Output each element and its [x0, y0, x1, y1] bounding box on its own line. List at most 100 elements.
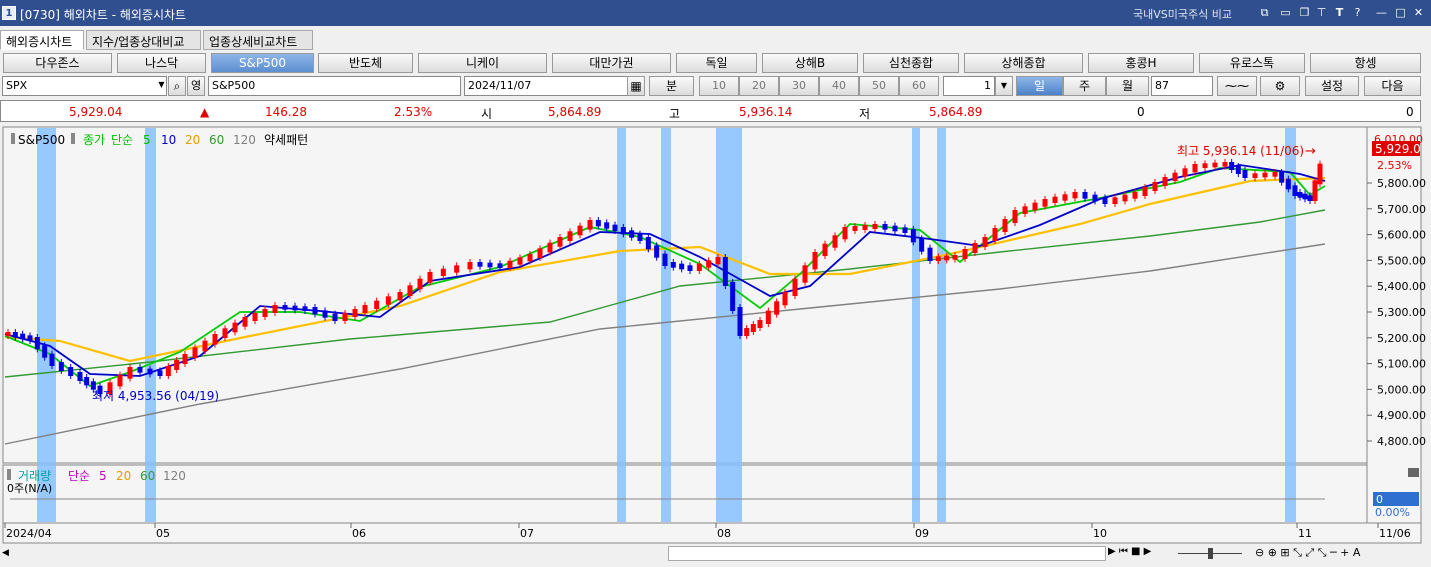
period-month[interactable]: 월 [1106, 76, 1149, 96]
quote-bar: 5,929.04 ▲ 146.28 2.53% 시 5,864.89 고 5,9… [0, 100, 1421, 122]
link-icon[interactable]: ⧉ [1257, 5, 1272, 20]
candle-body [385, 296, 391, 305]
font-icon[interactable]: T [1332, 5, 1347, 20]
scroll-thumb[interactable] [668, 546, 1106, 561]
close-icon[interactable]: ✕ [1411, 5, 1426, 20]
copy-icon[interactable]: ❐ [1297, 5, 1312, 20]
zoom-icon[interactable]: ⁓⁓ [1217, 76, 1257, 96]
candle-body [679, 263, 685, 270]
date-tick-label: 11/06 [1379, 527, 1411, 540]
candle-body [557, 237, 563, 247]
candle-body [722, 257, 728, 286]
legend-close: 종가 [83, 133, 105, 147]
calendar-icon[interactable]: ▦ [627, 76, 645, 96]
market-button-shenzhen[interactable]: 심천종합 [863, 53, 959, 73]
amount-value: 0 [1406, 105, 1414, 119]
minute-button[interactable]: 분 [649, 76, 694, 96]
candle-body [1297, 192, 1303, 198]
zoom-tools-icon[interactable]: ⊖ ⊕ ⊞ ⤡ ⤢ ⤡ ─ + A [1255, 546, 1360, 560]
count-input[interactable]: 87 [1151, 76, 1213, 96]
market-button-nikkei[interactable]: 니케이 [418, 53, 547, 73]
open-label: 시 [481, 107, 493, 121]
interval-20[interactable]: 20 [739, 76, 779, 96]
tab-sector-detail[interactable]: 업종상세비교차트 [203, 30, 313, 50]
date-input[interactable]: 2024/11/07 [464, 76, 628, 96]
legend-pattern: 약세패턴 [264, 132, 308, 147]
candle-body [687, 265, 693, 271]
candle-body [374, 300, 380, 309]
window-number-icon: 1 [2, 6, 16, 20]
minimize-icon[interactable]: — [1374, 5, 1389, 20]
market-button-nasdaq[interactable]: 나스닥 [117, 53, 206, 73]
candle-body [1292, 185, 1298, 196]
date-tick-label: 08 [717, 527, 731, 540]
help-icon[interactable]: ? [1350, 5, 1365, 20]
candle-body [322, 310, 328, 318]
play-controls-icon[interactable]: ▶ ⏮ ■ ▶ [1108, 546, 1151, 557]
candle-body [407, 285, 413, 296]
period-week[interactable]: 주 [1063, 76, 1106, 96]
volume-close-icon[interactable] [1408, 468, 1419, 477]
market-button-taiwan[interactable]: 대만가권 [552, 53, 671, 73]
price-tick-label: 4,900.00 [1377, 409, 1426, 422]
market-button-eurostoxx[interactable]: 유로스톡 [1199, 53, 1305, 73]
market-button-dow[interactable]: 다우존스 [3, 53, 112, 73]
zoom-slider-thumb[interactable] [1208, 548, 1213, 559]
market-button-shanghai-b[interactable]: 상해B [762, 53, 858, 73]
interval-40[interactable]: 40 [819, 76, 859, 96]
unit-dropdown-icon[interactable]: ▼ [995, 76, 1013, 96]
high-value: 5,936.14 [739, 105, 793, 119]
candle-body [202, 340, 208, 352]
last-price: 5,929.04 [69, 105, 123, 119]
scroll-left-icon[interactable]: ◀ [2, 546, 15, 561]
chart-area[interactable]: 5,800.00 5,700.00 5,600.00 5,500.00 5,400.00… [0, 124, 1431, 544]
candle-body [1072, 192, 1078, 199]
settings-button[interactable]: 설정 [1305, 76, 1359, 96]
interval-60[interactable]: 60 [899, 76, 939, 96]
candle-body [802, 265, 808, 283]
english-toggle[interactable]: 영 [187, 76, 205, 96]
horizontal-scroll-bar[interactable]: ◀ ▶ ⏮ ■ ▶ ⊖ ⊕ ⊞ ⤡ ⤢ ⤡ ─ + A [0, 544, 1431, 564]
candle-body [1042, 199, 1048, 207]
maximize-icon[interactable]: □ [1393, 5, 1408, 20]
pin-icon[interactable]: ⊤ [1314, 5, 1329, 20]
interval-30[interactable]: 30 [779, 76, 819, 96]
period-day[interactable]: 일 [1016, 76, 1063, 96]
market-button-hongkong-h[interactable]: 홍콩H [1088, 53, 1194, 73]
candle-body [58, 362, 64, 371]
max-arrow-icon: → [1305, 144, 1316, 159]
interval-10[interactable]: 10 [699, 76, 739, 96]
tab-relative-compare[interactable]: 지수/업종상대비교 [86, 30, 201, 50]
interval-50[interactable]: 50 [859, 76, 899, 96]
market-button-shanghai[interactable]: 상해종합 [964, 53, 1083, 73]
candle-body [1317, 163, 1323, 185]
change-percent: 2.53% [394, 105, 433, 119]
market-button-sp500[interactable]: S&P500 [211, 53, 314, 73]
screen-icon[interactable]: ▭ [1278, 5, 1293, 20]
search-icon[interactable]: ⌕ [168, 76, 186, 96]
candle-body [332, 313, 338, 321]
tab-overseas-chart[interactable]: 해외증시차트 [0, 30, 84, 50]
candle-body [744, 328, 750, 336]
max-annotation: 최고 5,936.14 (11/06) [1177, 144, 1304, 158]
settings-icon[interactable]: ⚙ [1260, 76, 1300, 96]
date-tick-label: 07 [520, 527, 534, 540]
market-button-hangseng[interactable]: 항셍 [1310, 53, 1421, 73]
price-tick-label: 5,800.00 [1377, 177, 1426, 190]
candle-body [750, 324, 756, 332]
volume-ma120: 120 [163, 469, 186, 483]
market-button-germany[interactable]: 독일 [676, 53, 757, 73]
candle-body [527, 254, 533, 262]
compare-link[interactable]: 국내VS미국주식 비교 [1133, 6, 1232, 22]
candle-body [497, 263, 503, 268]
candle-body [1102, 197, 1108, 204]
candle-body [637, 233, 643, 241]
market-button-semis[interactable]: 반도체 [318, 53, 413, 73]
candle-body [902, 227, 908, 233]
unit-count-input[interactable]: 1 [943, 76, 995, 96]
next-button[interactable]: 다음 [1364, 76, 1421, 96]
candle-body [1002, 219, 1008, 232]
symbol-dropdown-icon[interactable]: ▼ [155, 76, 168, 96]
date-tick-label: 06 [352, 527, 366, 540]
symbol-input[interactable]: SPX [2, 76, 167, 96]
